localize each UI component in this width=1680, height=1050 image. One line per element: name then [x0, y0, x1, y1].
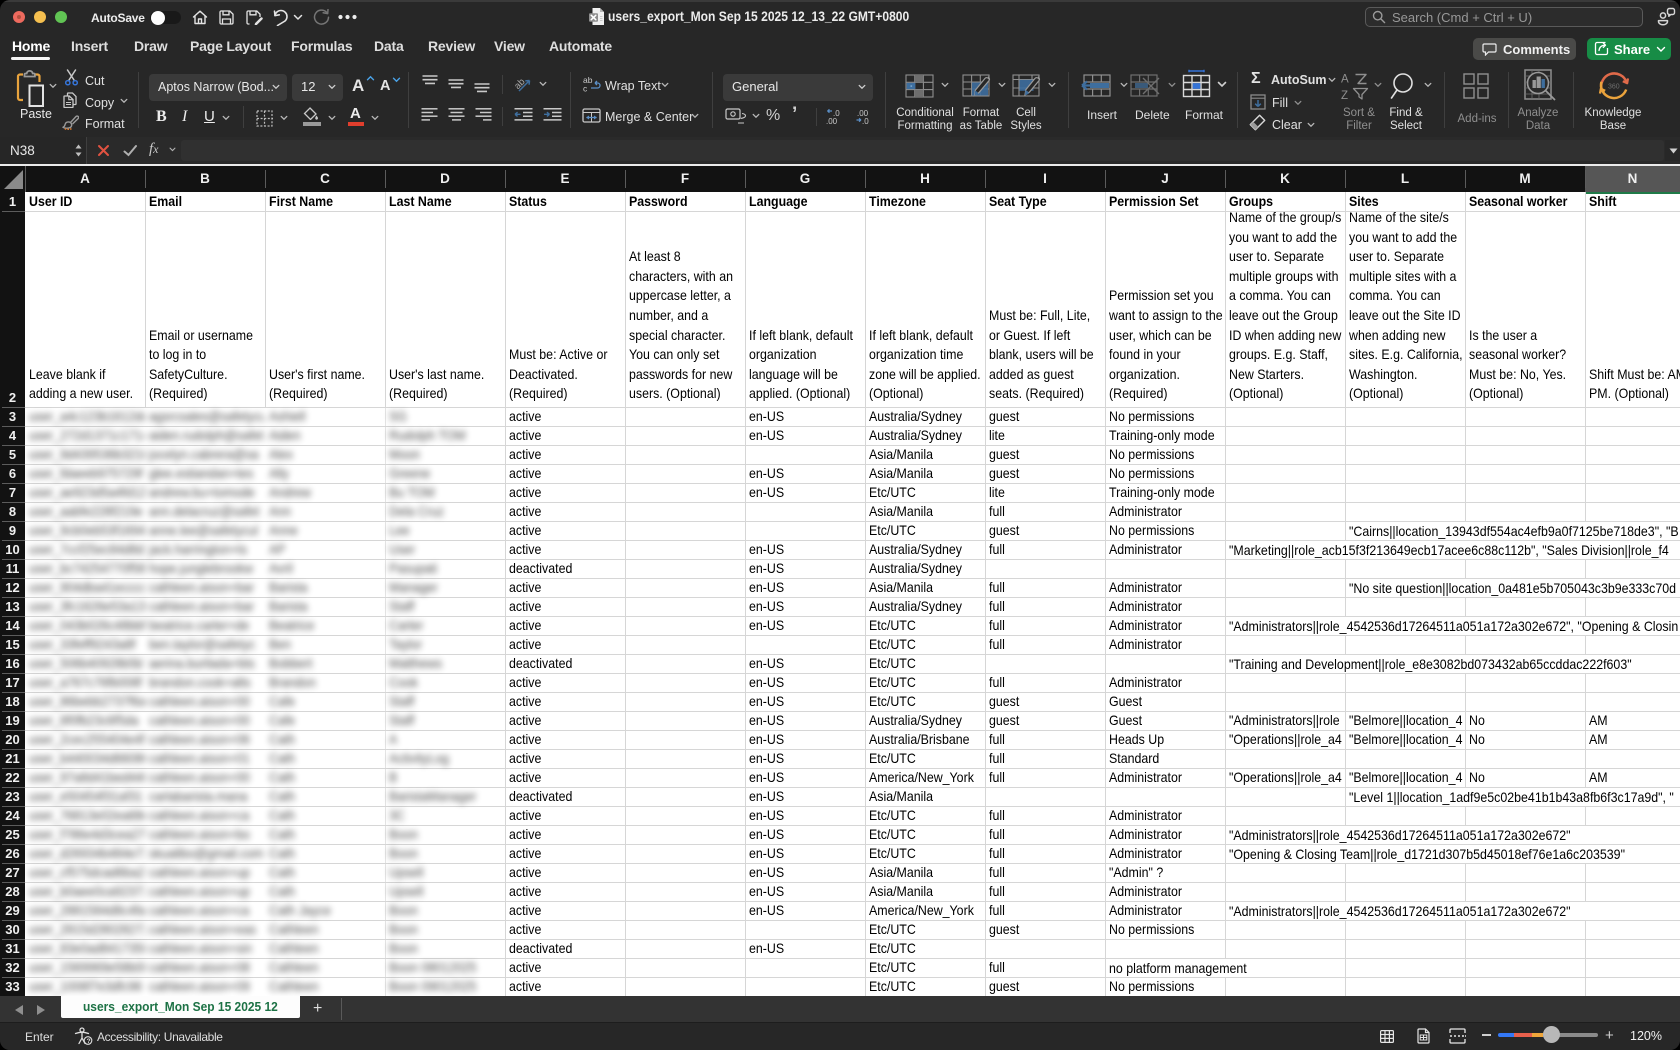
svg-text:Z: Z: [1341, 90, 1348, 100]
svg-text:?: ?: [87, 1038, 91, 1045]
svg-text:A: A: [1341, 74, 1349, 86]
svg-text:.0: .0: [862, 117, 869, 125]
svg-text:360: 360: [1608, 84, 1620, 91]
svg-text:.00: .00: [826, 117, 838, 125]
